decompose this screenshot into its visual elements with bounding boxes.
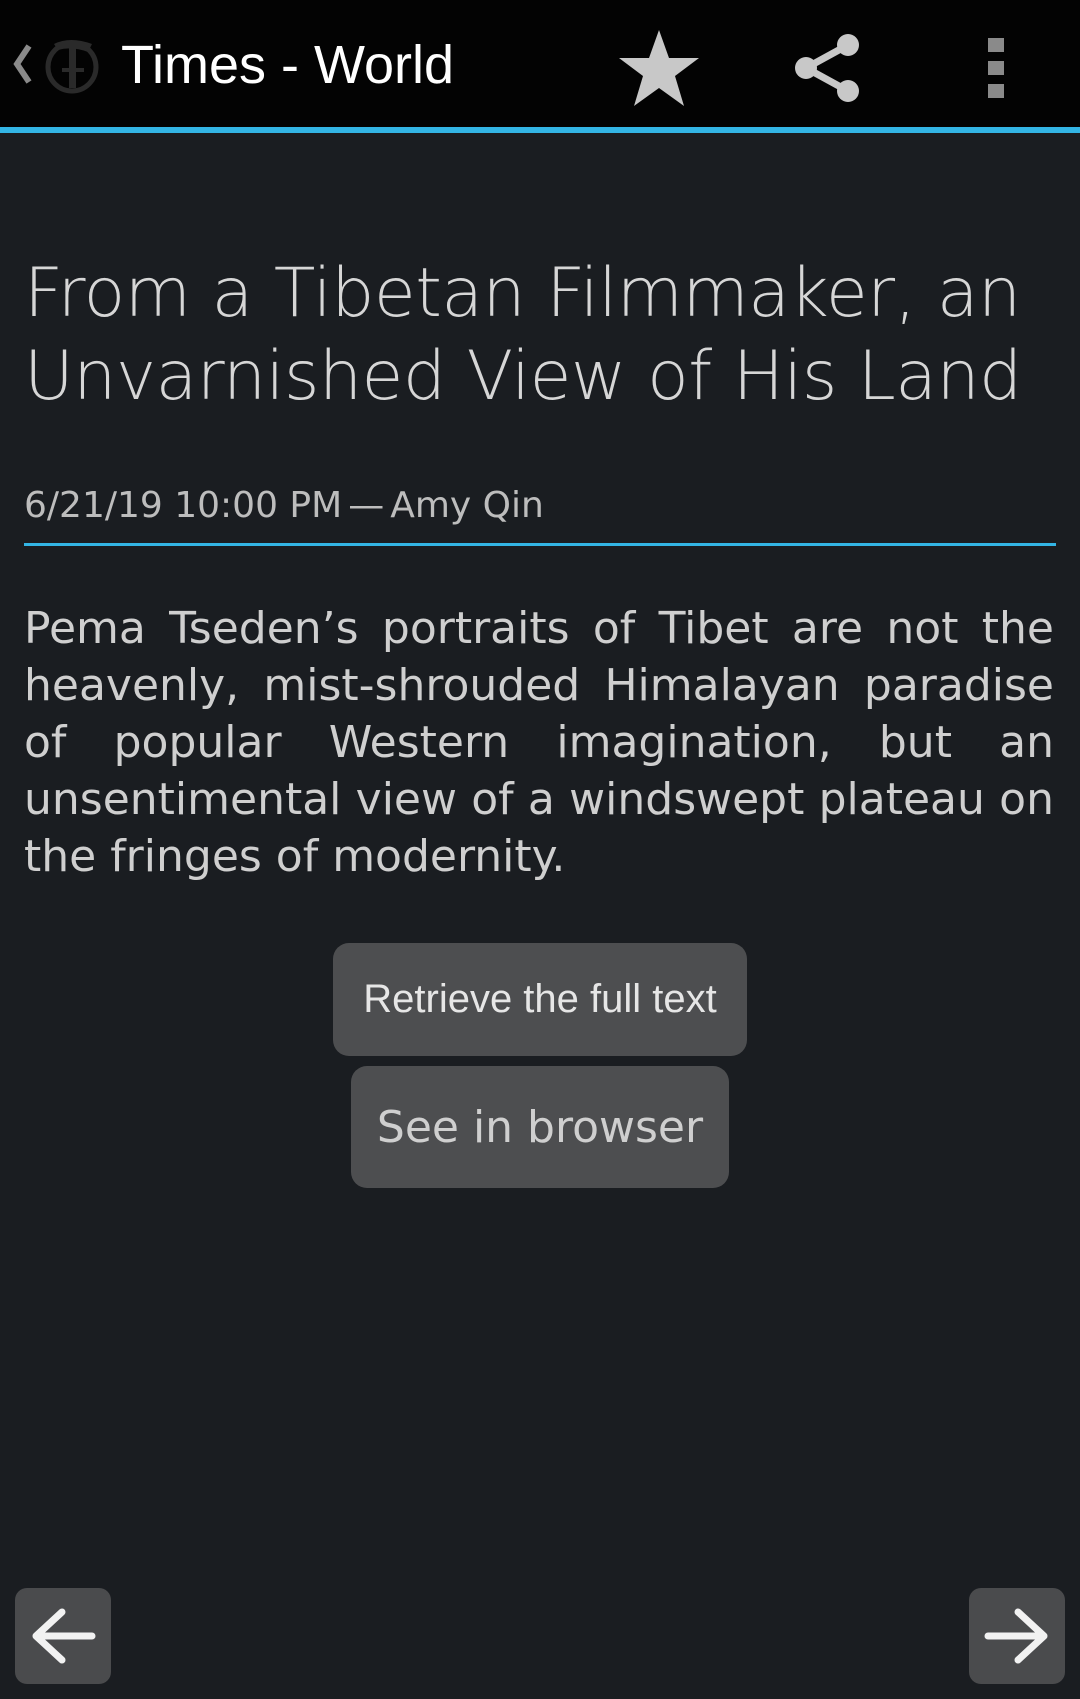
nyt-logo-icon[interactable] bbox=[40, 30, 102, 100]
star-icon bbox=[619, 30, 699, 106]
overflow-menu-icon bbox=[988, 38, 1004, 98]
action-bar: Times - World bbox=[0, 0, 1080, 133]
article-meta: 6/21/19 10:00 PM — Amy Qin bbox=[24, 486, 1055, 526]
retrieve-full-text-button[interactable]: Retrieve the full text bbox=[333, 943, 747, 1056]
article-date: 6/21/19 10:00 PM bbox=[24, 485, 343, 526]
arrow-right-icon bbox=[984, 1608, 1048, 1664]
share-button[interactable] bbox=[780, 20, 876, 116]
meta-divider bbox=[24, 543, 1056, 546]
previous-article-button[interactable] bbox=[15, 1588, 111, 1684]
article-summary: Pema Tseden’s portraits of Tibet are not… bbox=[24, 603, 1054, 882]
article-title: From a Tibetan Filmmaker, an Unvarnished… bbox=[24, 254, 1022, 416]
overflow-menu-button[interactable] bbox=[948, 20, 1044, 116]
arrow-left-icon bbox=[32, 1608, 96, 1664]
favorite-button[interactable] bbox=[611, 20, 707, 116]
article-author: Amy Qin bbox=[390, 485, 544, 526]
next-article-button[interactable] bbox=[969, 1588, 1065, 1684]
app-title: Times - World bbox=[121, 35, 455, 95]
up-caret-icon[interactable] bbox=[10, 38, 34, 90]
meta-separator: — bbox=[348, 485, 385, 526]
see-in-browser-button[interactable]: See in browser bbox=[351, 1066, 729, 1188]
share-icon bbox=[795, 34, 859, 102]
